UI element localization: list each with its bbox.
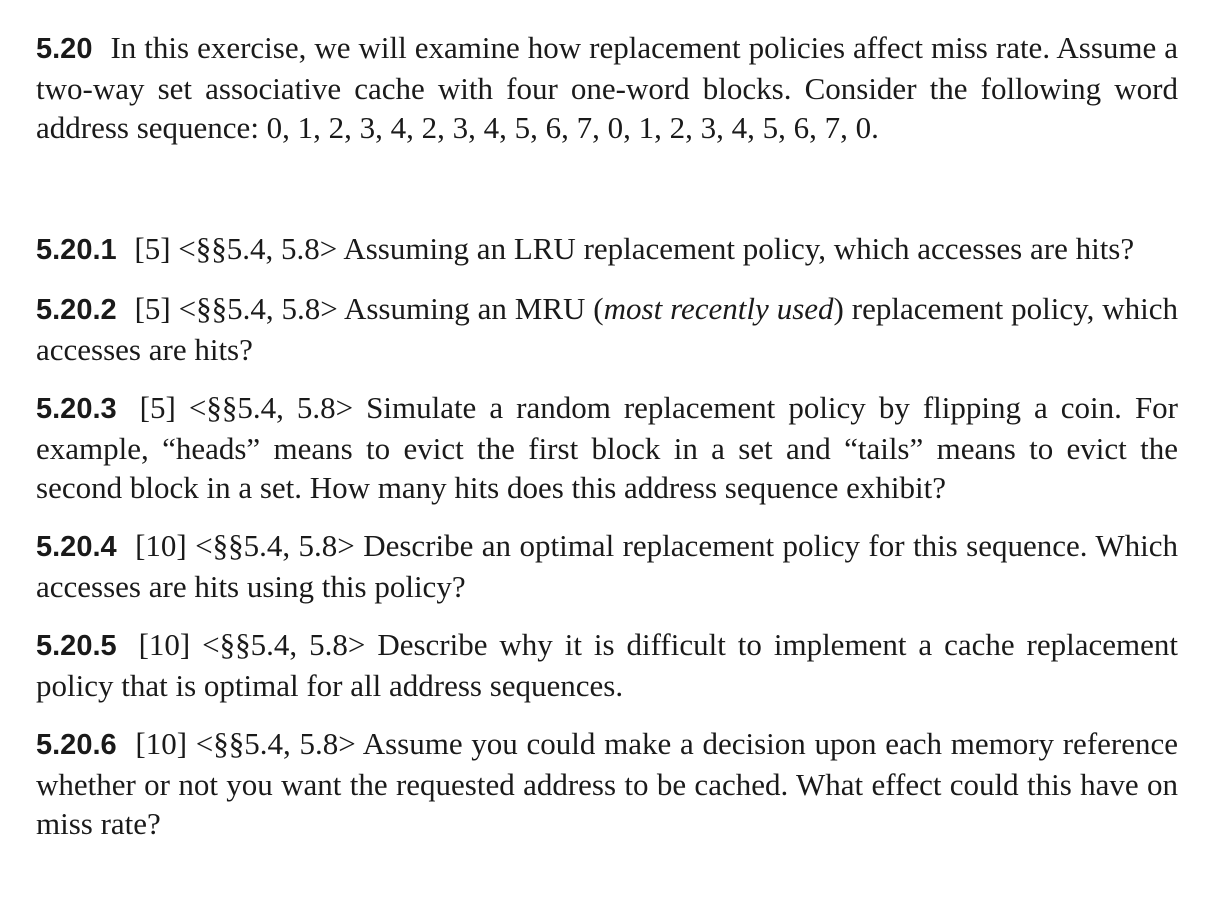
subexercise-5-20-1: 5.20.1 [5] <§§5.4, 5.8> Assuming an LRU … bbox=[36, 229, 1178, 270]
subexercise-number: 5.20.5 bbox=[36, 630, 117, 662]
subexercise-text-before: Assuming an MRU ( bbox=[343, 291, 604, 326]
exercise-number: 5.20 bbox=[36, 33, 93, 65]
subexercise-meta: [5] <§§5.4, 5.8> bbox=[134, 291, 338, 326]
subexercise-text: Assuming an LRU replacement policy, whic… bbox=[343, 231, 1135, 266]
subexercise-meta: [10] <§§5.4, 5.8> bbox=[135, 528, 355, 563]
subexercise-meta: [5] <§§5.4, 5.8> bbox=[134, 231, 338, 266]
subexercise-5-20-5: 5.20.5 [10] <§§5.4, 5.8> Describe why it… bbox=[36, 625, 1178, 705]
subexercise-meta: [5] <§§5.4, 5.8> bbox=[139, 390, 354, 425]
exercise-intro: 5.20 In this exercise, we will examine h… bbox=[36, 28, 1178, 147]
subexercise-italic-term: most recently used bbox=[603, 291, 834, 326]
subexercise-number: 5.20.2 bbox=[36, 294, 117, 326]
subexercise-number: 5.20.6 bbox=[36, 729, 117, 761]
subexercise-number: 5.20.1 bbox=[36, 234, 117, 266]
subexercise-5-20-2: 5.20.2 [5] <§§5.4, 5.8> Assuming an MRU … bbox=[36, 289, 1178, 369]
subexercise-5-20-3: 5.20.3 [5] <§§5.4, 5.8> Simulate a rando… bbox=[36, 388, 1178, 507]
subexercise-number: 5.20.3 bbox=[36, 393, 117, 425]
subexercise-meta: [10] <§§5.4, 5.8> bbox=[135, 726, 356, 761]
exercise-page: 5.20 In this exercise, we will examine h… bbox=[36, 28, 1178, 843]
subexercise-5-20-6: 5.20.6 [10] <§§5.4, 5.8> Assume you coul… bbox=[36, 724, 1178, 843]
exercise-intro-text: In this exercise, we will examine how re… bbox=[36, 30, 1179, 145]
subexercise-5-20-4: 5.20.4 [10] <§§5.4, 5.8> Describe an opt… bbox=[36, 526, 1178, 606]
subexercise-number: 5.20.4 bbox=[36, 531, 117, 563]
subexercise-meta: [10] <§§5.4, 5.8> bbox=[138, 627, 366, 662]
